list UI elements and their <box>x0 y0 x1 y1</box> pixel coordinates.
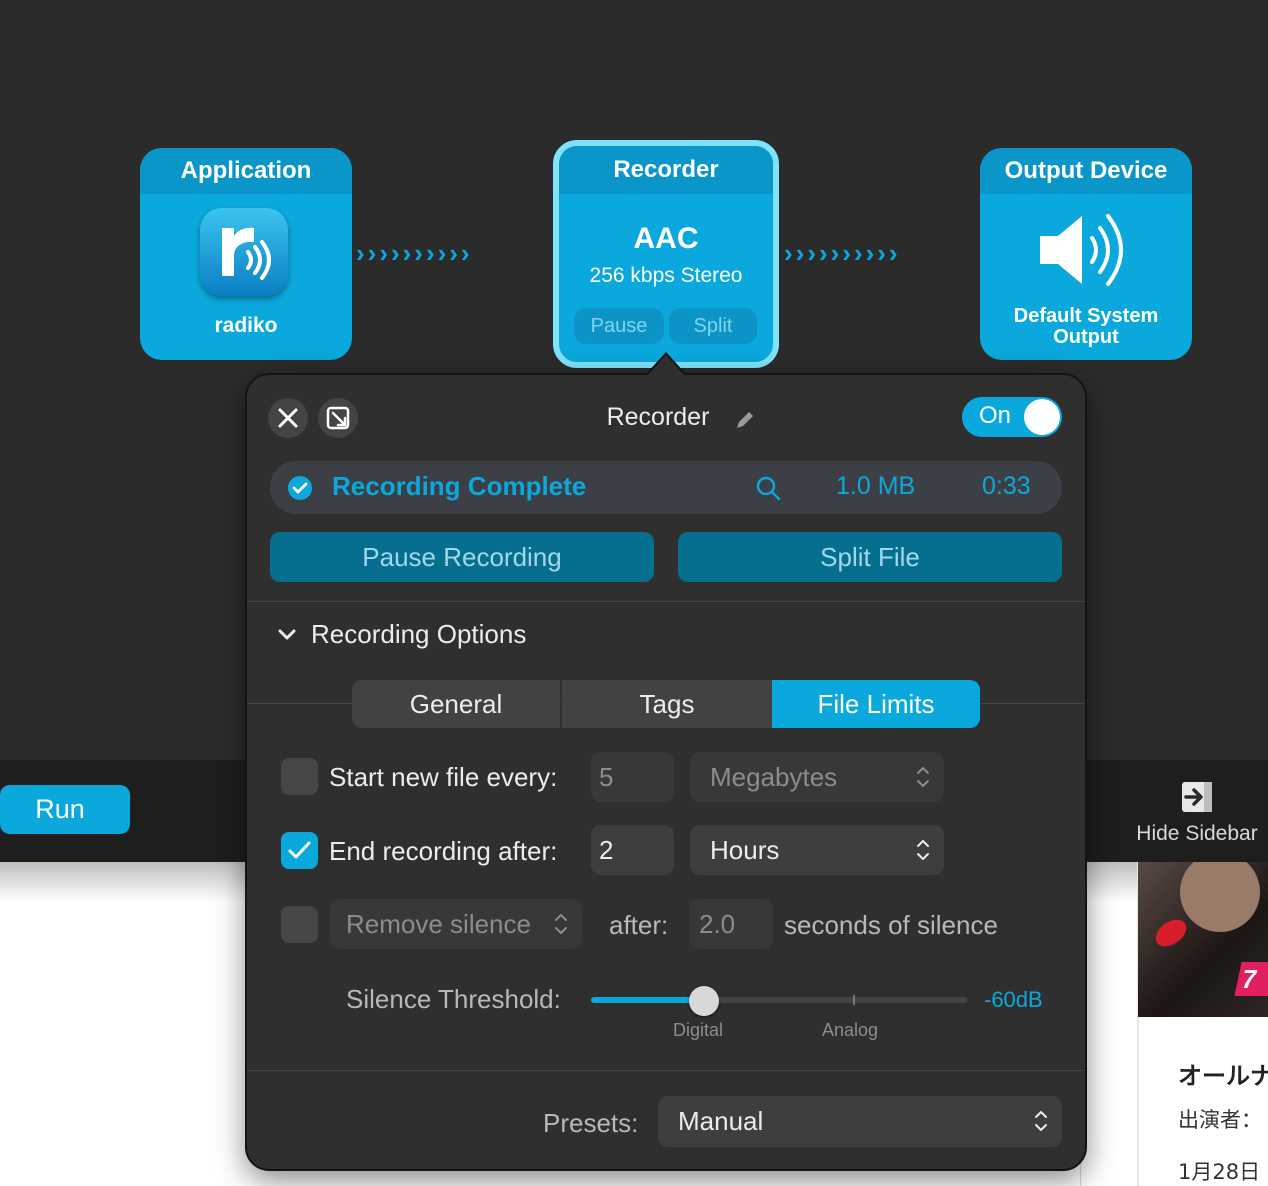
program-thumbnail[interactable]: 7 <box>1138 862 1268 1017</box>
tab-tags[interactable]: Tags <box>562 680 772 728</box>
updown-chevron-icon <box>917 840 929 860</box>
end-recording-unit: Hours <box>710 835 780 865</box>
start-new-file-unit: Megabytes <box>710 762 838 792</box>
tab-file-limits[interactable]: File Limits <box>772 680 980 728</box>
program-title: オールナ <box>1178 1062 1268 1090</box>
output-device-node[interactable]: Output Device Default System Output <box>980 148 1192 360</box>
slider-min-label: Digital <box>673 1020 724 1040</box>
hide-sidebar-label: Hide Sidebar <box>1136 822 1258 845</box>
split-file-button[interactable]: Split File <box>678 532 1062 582</box>
program-date: 1月28日 <box>1178 1160 1261 1184</box>
popover-title: Recorder <box>606 403 710 431</box>
tab-general[interactable]: General <box>352 680 560 728</box>
sidebar-arrow-icon <box>1182 782 1212 812</box>
recorder-format: AAC <box>633 222 699 255</box>
recorder-quality: 256 kbps Stereo <box>589 264 743 287</box>
slider-tick <box>853 995 855 1005</box>
connector-arrows-right: ›››››››››› <box>784 238 901 268</box>
end-recording-unit-select[interactable]: Hours <box>690 825 944 875</box>
presets-label: Presets: <box>543 1108 639 1138</box>
application-node[interactable]: Application radiko <box>140 148 352 360</box>
application-name: radiko <box>214 314 278 337</box>
start-new-file-unit-select[interactable]: Megabytes <box>690 752 944 802</box>
silence-threshold-label: Silence Threshold: <box>346 984 561 1014</box>
program-logo: 7 <box>1234 962 1268 996</box>
updown-chevron-icon <box>1035 1111 1047 1131</box>
presets-select[interactable]: Manual <box>658 1096 1062 1147</box>
silence-seconds-value[interactable]: 2.0 <box>689 899 773 949</box>
end-recording-checkbox[interactable] <box>281 832 318 869</box>
microphone-icon <box>1150 914 1192 952</box>
output-device-name: Default System Output <box>1013 305 1159 348</box>
silence-threshold-knob[interactable] <box>689 986 719 1016</box>
silence-threshold-fill <box>591 997 704 1003</box>
recorder-node[interactable]: Recorder AAC 256 kbps Stereo Pause Split <box>553 140 779 368</box>
end-recording-label: End recording after: <box>329 836 558 866</box>
file-size: 1.0 MB <box>836 472 916 500</box>
divider <box>247 601 1085 602</box>
status-text: Recording Complete <box>332 471 587 501</box>
toggle-label: On <box>979 402 1012 429</box>
output-node-title: Output Device <box>980 148 1192 194</box>
updown-chevron-icon <box>917 767 929 787</box>
program-cast: 出演者： <box>1178 1108 1262 1132</box>
recorder-toggle[interactable]: On <box>962 397 1062 437</box>
chevron-down-icon[interactable] <box>276 626 298 644</box>
thumbnail-person <box>1180 862 1260 932</box>
presets-value: Manual <box>678 1106 764 1136</box>
node-pause-button[interactable]: Pause <box>574 308 664 344</box>
updown-chevron-icon <box>555 914 567 934</box>
radiko-app-icon <box>200 208 288 296</box>
search-icon[interactable] <box>754 474 782 502</box>
remove-silence-mode: Remove silence <box>346 909 531 939</box>
remove-silence-checkbox[interactable] <box>281 906 318 943</box>
checkmark-icon <box>288 841 311 859</box>
application-node-title: Application <box>140 148 352 194</box>
silence-threshold-value: -60dB <box>984 987 1043 1012</box>
after-label: after: <box>609 910 669 940</box>
pencil-icon[interactable] <box>733 408 757 432</box>
remove-silence-select[interactable]: Remove silence <box>330 899 582 949</box>
seconds-of-silence-label: seconds of silence <box>784 910 998 940</box>
hide-sidebar-button[interactable]: Hide Sidebar <box>1126 776 1268 856</box>
recording-options-title[interactable]: Recording Options <box>311 619 526 650</box>
start-new-file-checkbox[interactable] <box>281 758 318 795</box>
toggle-knob <box>1024 399 1060 435</box>
check-circle-icon <box>288 476 312 500</box>
start-new-file-value[interactable]: 5 <box>591 752 674 802</box>
connector-arrows-left: ›››››››››› <box>356 238 473 268</box>
end-recording-value[interactable]: 2 <box>591 825 674 875</box>
popover-arrow <box>648 355 684 375</box>
speaker-icon <box>1040 214 1123 286</box>
run-button[interactable]: Run <box>0 785 130 834</box>
divider <box>247 1070 1085 1071</box>
pause-recording-button[interactable]: Pause Recording <box>270 532 654 582</box>
node-split-button[interactable]: Split <box>669 308 757 344</box>
recording-duration: 0:33 <box>982 472 1031 500</box>
recorder-node-title: Recorder <box>559 146 773 194</box>
slider-max-label: Analog <box>822 1020 879 1040</box>
start-new-file-label: Start new file every: <box>329 762 558 792</box>
